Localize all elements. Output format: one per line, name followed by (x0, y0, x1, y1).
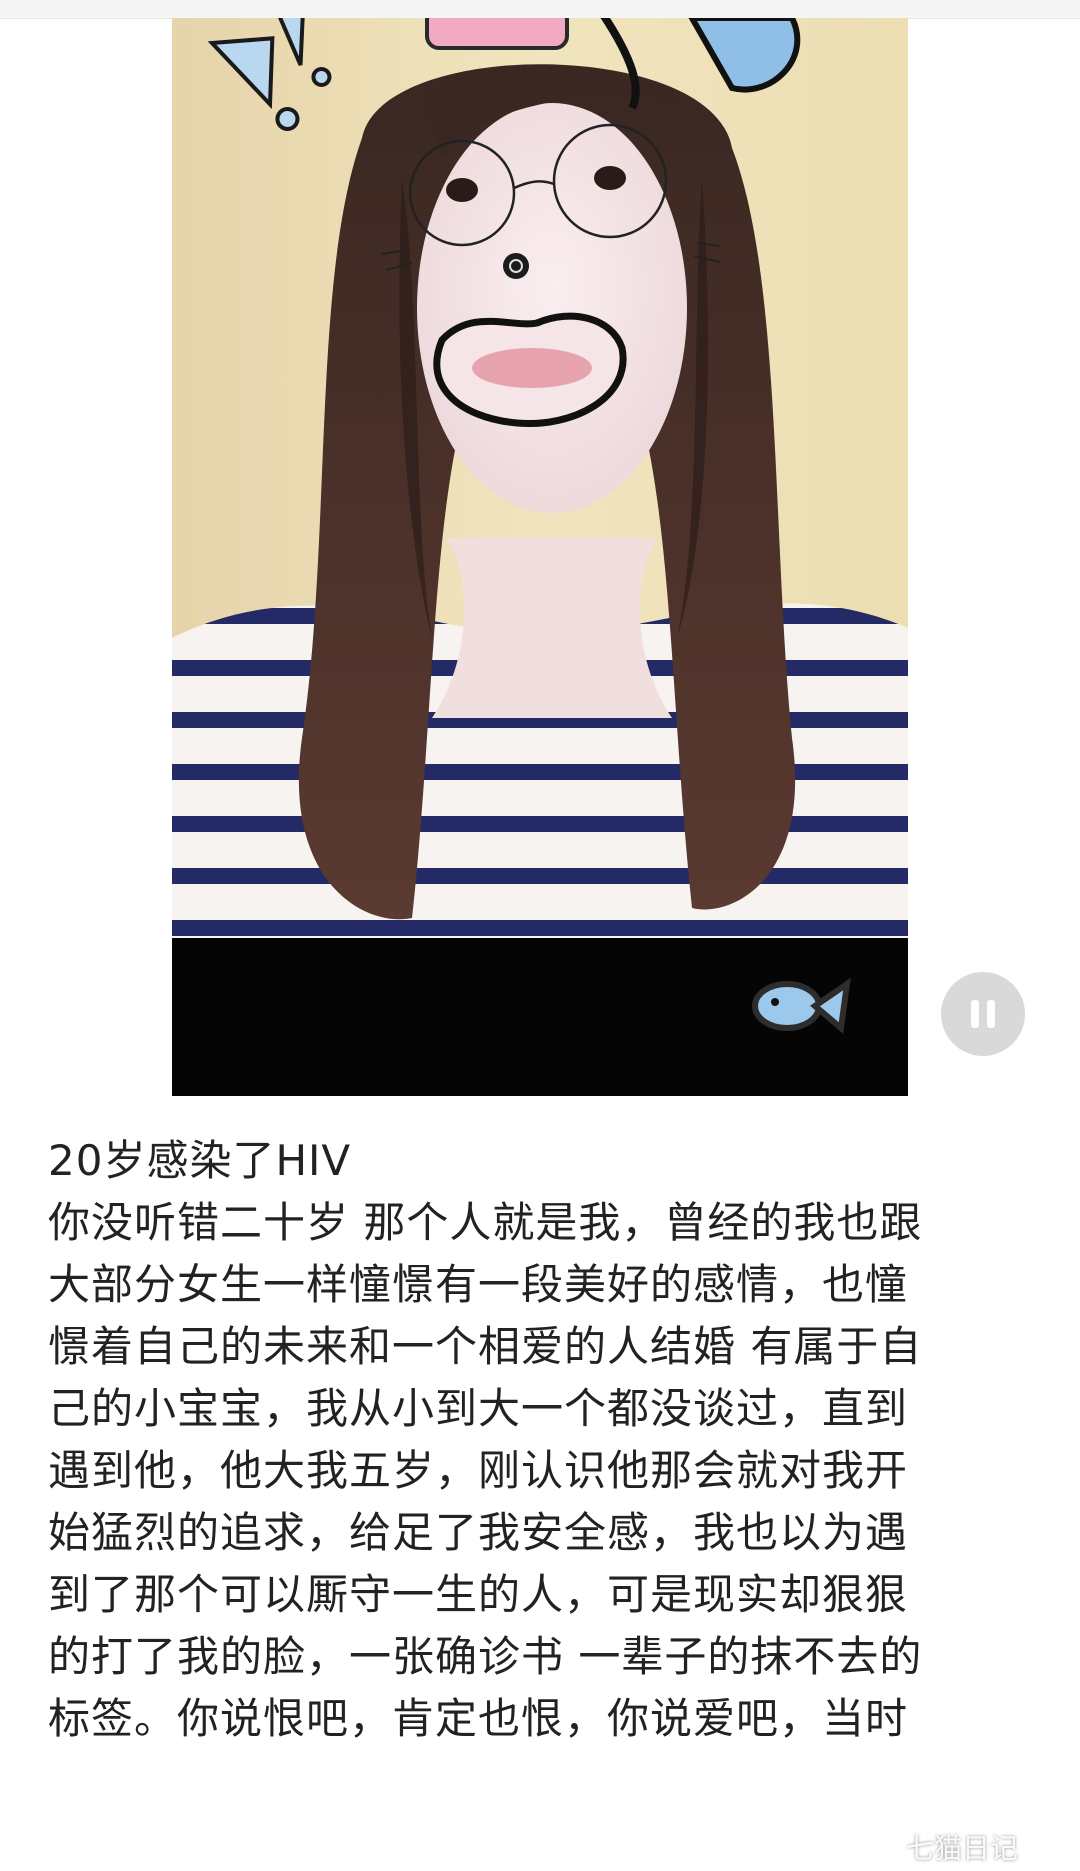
top-divider (0, 0, 1080, 19)
weibo-logo-icon (872, 1837, 899, 1859)
post-line: 你没听错二十岁 那个人就是我，曾经的我也跟 (48, 1198, 923, 1247)
post-line: 己的小宝宝，我从小到大一个都没谈过，直到 (48, 1384, 909, 1433)
watermark: 七猫日记 (870, 1826, 1018, 1868)
pause-button[interactable] (941, 972, 1025, 1056)
post-line: 大部分女生一样憧憬有一段美好的感情，也憧 (48, 1260, 909, 1309)
watermark-text: 七猫日记 (906, 1832, 1019, 1865)
post-body: 20岁感染了HIV 你没听错二十岁 那个人就是我，曾经的我也跟 大部分女生一样憧… (48, 1130, 1038, 1750)
video-frame-image (172, 18, 908, 1096)
post-line: 憬着自己的未来和一个相爱的人结婚 有属于自 (48, 1322, 923, 1371)
post-title: 20岁感染了HIV (48, 1136, 352, 1185)
pause-icon (971, 1000, 979, 1028)
video-player[interactable] (172, 18, 908, 1096)
post-line: 遇到他，他大我五岁，刚认识他那会就对我开 (48, 1446, 909, 1495)
post-line: 始猛烈的追求，给足了我安全感，我也以为遇 (48, 1508, 909, 1557)
pause-icon (987, 1000, 995, 1028)
post-line: 标签。你说恨吧，肯定也恨，你说爱吧，当时 (48, 1694, 909, 1743)
post-line: 的打了我的脸，一张确诊书 一辈子的抹不去的 (48, 1632, 923, 1681)
post-line: 到了那个可以厮守一生的人，可是现实却狠狠 (48, 1570, 909, 1619)
